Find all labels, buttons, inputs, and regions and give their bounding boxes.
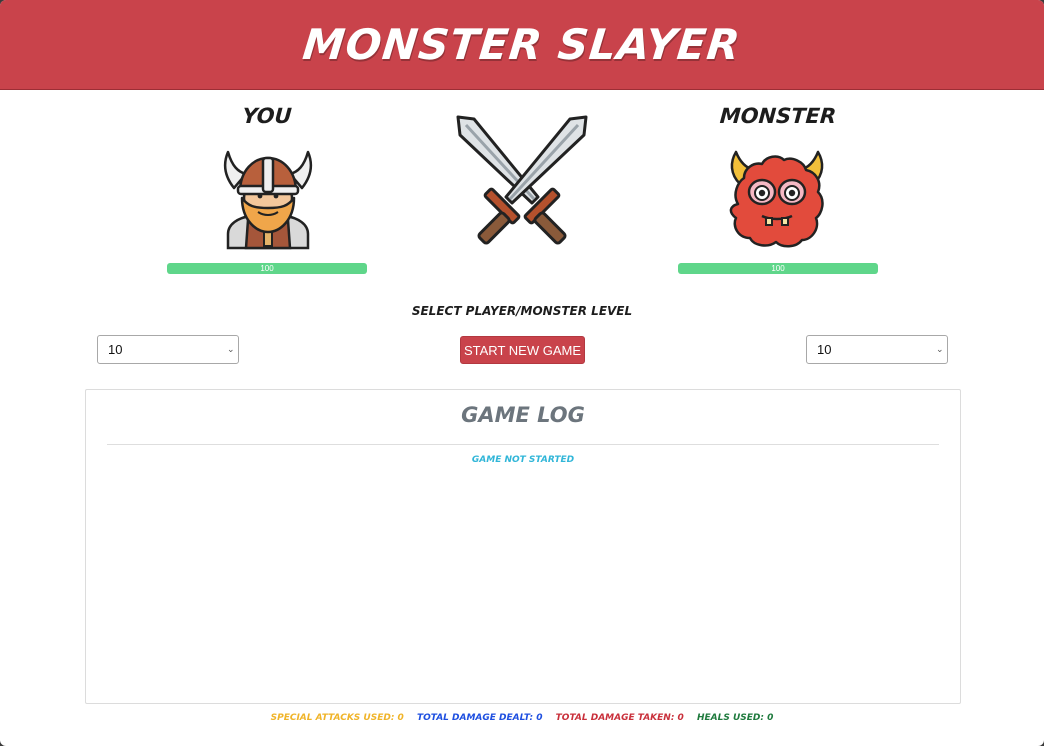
player-health-fill: 100 — [167, 263, 367, 274]
crossed-swords-icon — [456, 115, 588, 245]
app-header: MONSTER SLAYER — [0, 0, 1044, 90]
special-attacks-stat: SPECIAL ATTACKS USED: 0 — [270, 713, 404, 723]
level-select-title: SELECT PLAYER/MONSTER LEVEL — [411, 304, 633, 318]
damage-dealt-stat: TOTAL DAMAGE DEALT: 0 — [416, 713, 543, 723]
monster-level-select[interactable]: 10 — [806, 335, 948, 364]
game-log-panel: GAME LOG GAME NOT STARTED — [85, 389, 961, 704]
game-log-title: GAME LOG — [461, 403, 585, 427]
monster-icon — [729, 150, 824, 248]
monster-health-fill: 100 — [678, 263, 878, 274]
viking-icon — [223, 150, 313, 250]
player-health-bar: 100 — [167, 263, 367, 274]
heals-used-stat: HEALS USED: 0 — [696, 713, 774, 723]
damage-taken-stat: TOTAL DAMAGE TAKEN: 0 — [555, 713, 684, 723]
app-page: MONSTER SLAYER YOU 100 MONSTER 100 SELEC… — [0, 0, 1044, 746]
game-stats-bar: SPECIAL ATTACKS USED: 0 TOTAL DAMAGE DEA… — [0, 713, 1044, 723]
monster-name: MONSTER — [719, 104, 837, 128]
player-level-select[interactable]: 10 — [97, 335, 239, 364]
app-title: MONSTER SLAYER — [300, 20, 744, 69]
game-log-status: GAME NOT STARTED — [471, 455, 575, 465]
player-name: YOU — [241, 104, 293, 128]
game-log-divider — [107, 444, 939, 445]
start-new-game-button[interactable]: START NEW GAME — [460, 336, 585, 364]
monster-health-bar: 100 — [678, 263, 878, 274]
